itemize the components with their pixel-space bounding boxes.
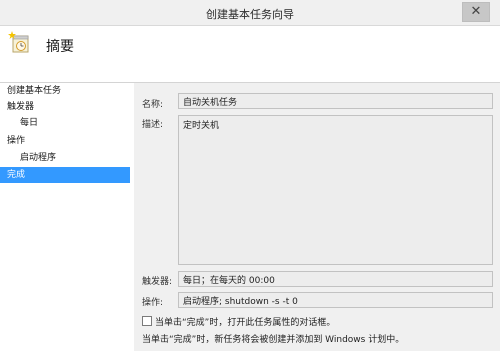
name-label: 名称: bbox=[142, 100, 164, 110]
sidebar-item-trigger[interactable]: 触发器 bbox=[0, 99, 130, 115]
open-properties-checkbox-label[interactable]: 当单击“完成”时，打开此任务属性的对话框。 bbox=[155, 315, 335, 328]
action-field[interactable]: 启动程序; shutdown -s -t 0 bbox=[178, 292, 493, 308]
sidebar-item-start-program[interactable]: 启动程序 bbox=[0, 150, 130, 166]
name-field[interactable]: 自动关机任务 bbox=[178, 93, 493, 109]
window-title: 创建基本任务向导 bbox=[206, 8, 294, 21]
wizard-steps-sidebar: 创建基本任务 触发器 每日 操作 启动程序 完成 bbox=[0, 83, 134, 351]
finish-note: 当单击“完成”时，新任务将会被创建并添加到 Windows 计划中。 bbox=[142, 335, 405, 345]
trigger-label: 触发器: bbox=[142, 277, 173, 287]
action-label: 操作: bbox=[142, 298, 164, 308]
title-bar: 创建基本任务向导 ✕ bbox=[0, 0, 500, 26]
sidebar-item-create-basic-task[interactable]: 创建基本任务 bbox=[0, 83, 130, 99]
sidebar-item-action[interactable]: 操作 bbox=[0, 133, 130, 149]
wizard-body: 创建基本任务 触发器 每日 操作 启动程序 完成 名称: 自动关机任务 描述: … bbox=[0, 83, 500, 351]
close-button[interactable]: ✕ bbox=[462, 2, 490, 22]
close-icon: ✕ bbox=[470, 4, 482, 19]
sidebar-item-finish[interactable]: 完成 bbox=[0, 167, 130, 183]
open-properties-checkbox[interactable] bbox=[142, 316, 152, 326]
task-wizard-clock-icon bbox=[8, 31, 29, 53]
sidebar-item-daily[interactable]: 每日 bbox=[0, 115, 130, 131]
description-field[interactable]: 定时关机 bbox=[178, 115, 493, 265]
page-heading: 摘要 bbox=[46, 39, 74, 55]
trigger-field[interactable]: 每日；在每天的 00:00 bbox=[178, 271, 493, 287]
description-label: 描述: bbox=[142, 120, 164, 130]
wizard-header: 摘要 bbox=[0, 26, 500, 83]
